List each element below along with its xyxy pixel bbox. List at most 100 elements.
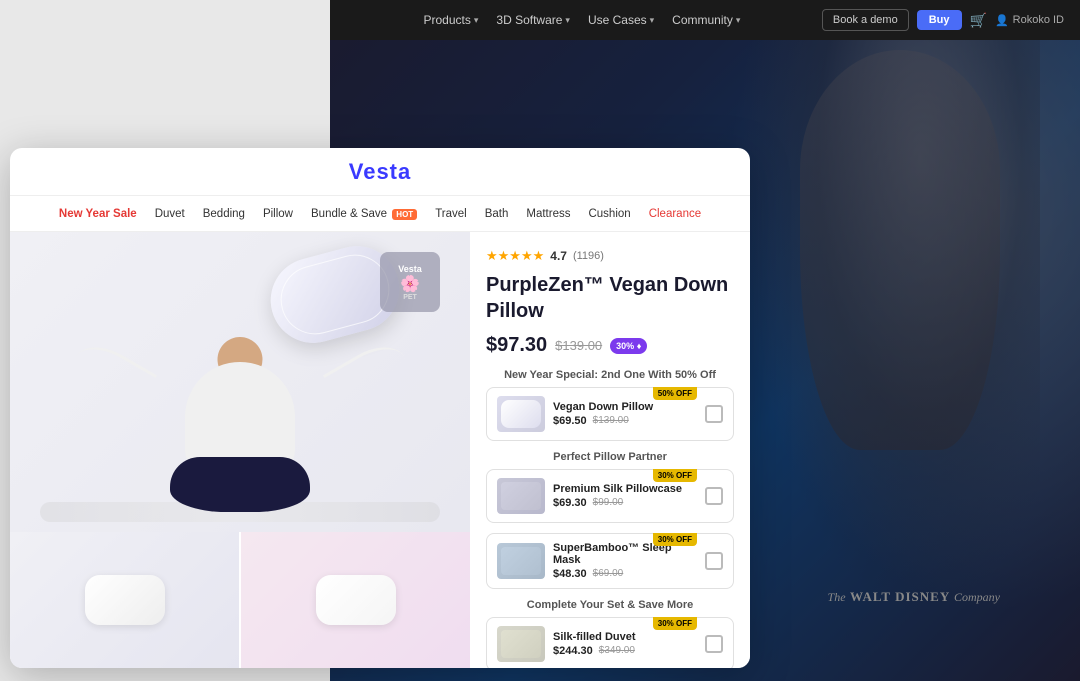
book-demo-button[interactable]: Book a demo — [822, 9, 909, 31]
bundle-section-1-header: New Year Special: 2nd One With 50% Off — [486, 369, 734, 381]
bundle-discount-tag-2: 30% OFF — [653, 469, 697, 482]
hot-badge: HOT — [392, 209, 417, 220]
bundle-item-1-name: Vegan Down Pillow — [553, 401, 697, 413]
rating-score: 4.7 — [550, 249, 567, 263]
bundle-section-4-header: Complete Your Set & Save More — [486, 599, 734, 611]
thumbnail-2[interactable] — [241, 532, 470, 668]
bundle-item-2-info: Premium Silk Pillowcase $69.30 $99.00 — [553, 483, 697, 509]
thumbnail-row — [10, 532, 470, 668]
pillow-detail — [273, 247, 397, 342]
thumb-img-4 — [501, 630, 541, 658]
bundle-item-4-price: $244.30 — [553, 645, 593, 657]
bundle-thumb-1 — [497, 396, 545, 432]
bundle-thumb-3 — [497, 543, 545, 579]
bundle-item-silk-duvet: Silk-filled Duvet $244.30 $349.00 30% OF… — [486, 617, 734, 668]
vesta-header: Vesta — [10, 148, 750, 196]
vesta-nav: New Year Sale Duvet Bedding Pillow Bundl… — [10, 196, 750, 232]
bundle-item-1-orig: $139.00 — [593, 415, 629, 427]
bundle-item-4-orig: $349.00 — [599, 645, 635, 657]
rating-stars: ★★★★★ — [486, 248, 544, 264]
dark-navbar: Products ▾ 3D Software ▾ Use Cases ▾ Com… — [330, 0, 1080, 40]
bundle-discount-tag-4: 30% OFF — [653, 617, 697, 630]
dark-nav-usecases-label: Use Cases — [588, 13, 647, 27]
dark-nav-3dsoftware-label: 3D Software — [496, 13, 562, 27]
vesta-logo: Vesta — [349, 159, 412, 185]
bundle-item-2-prices: $69.30 $99.00 — [553, 497, 697, 509]
thumb-img-3 — [501, 547, 541, 575]
thumb-img-2 — [501, 482, 541, 510]
vesta-nav-bath[interactable]: Bath — [485, 208, 509, 220]
disney-logo-text: The WALT DISNEY Company — [828, 588, 1000, 606]
bundle-checkbox-3[interactable] — [705, 552, 723, 570]
bundle-thumb-4 — [497, 626, 545, 662]
dark-navbar-actions: Book a demo Buy 🛒 👤 Rokoko ID — [822, 9, 1064, 31]
bundle-section-1: New Year Special: 2nd One With 50% Off V… — [486, 369, 734, 441]
bundle-item-3-prices: $48.30 $69.00 — [553, 568, 697, 580]
vesta-nav-bundle[interactable]: Bundle & Save HOT — [311, 208, 417, 220]
bundle-section-2: Perfect Pillow Partner Premium Silk Pill… — [486, 451, 734, 523]
discount-badge: 30% ♦ — [610, 338, 647, 354]
bundle-item-sleep-mask: SuperBamboo™ Sleep Mask $48.30 $69.00 30… — [486, 533, 734, 589]
bundle-item-1-info: Vegan Down Pillow $69.50 $139.00 — [553, 401, 697, 427]
bundle-discount-tag-1: 50% OFF — [653, 387, 697, 400]
chevron-down-icon: ▾ — [474, 15, 479, 26]
person-shirt — [185, 362, 295, 472]
bundle-item-4-name: Silk-filled Duvet — [553, 631, 697, 643]
dark-nav-usecases[interactable]: Use Cases ▾ — [580, 9, 662, 31]
thumb-pillow-2 — [316, 575, 396, 625]
user-label: Rokoko ID — [1013, 14, 1064, 26]
dark-nav-community[interactable]: Community ▾ — [664, 9, 748, 31]
user-menu[interactable]: 👤 Rokoko ID — [995, 14, 1064, 27]
bundle-checkbox-2[interactable] — [705, 487, 723, 505]
person-arm-left — [63, 335, 157, 418]
vesta-nav-bedding[interactable]: Bedding — [203, 208, 245, 220]
product-images: Vesta 🌸 PET — [10, 232, 470, 668]
bundle-item-4-prices: $244.30 $349.00 — [553, 645, 697, 657]
bundle-item-vegan-pillow: Vegan Down Pillow $69.50 $139.00 50% OFF — [486, 387, 734, 441]
chevron-down-icon: ▾ — [650, 15, 655, 26]
rating-count: (1196) — [573, 250, 604, 262]
bundle-item-1-prices: $69.50 $139.00 — [553, 415, 697, 427]
vesta-nav-pillow[interactable]: Pillow — [263, 208, 293, 220]
vesta-content: Vesta 🌸 PET ★★★★★ — [10, 232, 750, 668]
product-price-row: $97.30 $139.00 30% ♦ — [486, 334, 734, 357]
vesta-product-card: Vesta New Year Sale Duvet Bedding Pillow… — [10, 148, 750, 668]
thumbnail-1[interactable] — [10, 532, 241, 668]
person-legs — [170, 457, 310, 512]
bundle-item-1-price: $69.50 — [553, 415, 587, 427]
bundle-section-3: SuperBamboo™ Sleep Mask $48.30 $69.00 30… — [486, 533, 734, 589]
bundle-checkbox-1[interactable] — [705, 405, 723, 423]
vesta-watermark: Vesta 🌸 PET — [380, 252, 440, 312]
vesta-nav-duvet[interactable]: Duvet — [155, 208, 185, 220]
bundle-discount-tag-3: 30% OFF — [653, 533, 697, 546]
vesta-nav-mattress[interactable]: Mattress — [526, 208, 570, 220]
bundle-item-2-orig: $99.00 — [593, 497, 624, 509]
bundle-section-2-header: Perfect Pillow Partner — [486, 451, 734, 463]
dark-nav-3dsoftware[interactable]: 3D Software ▾ — [488, 9, 578, 31]
cart-icon[interactable]: 🛒 — [970, 12, 987, 29]
vesta-nav-cushion[interactable]: Cushion — [588, 208, 630, 220]
vesta-nav-new-year-sale[interactable]: New Year Sale — [59, 208, 137, 220]
bundle-checkbox-4[interactable] — [705, 635, 723, 653]
bundle-item-2-price: $69.30 — [553, 497, 587, 509]
chevron-down-icon: ▾ — [736, 15, 741, 26]
thumb-img-1 — [501, 400, 541, 428]
person-arm-right — [323, 335, 417, 418]
bundle-item-3-orig: $69.00 — [593, 568, 624, 580]
vesta-nav-clearance[interactable]: Clearance — [649, 208, 701, 220]
dark-nav-community-label: Community — [672, 13, 733, 27]
vesta-nav-travel[interactable]: Travel — [435, 208, 467, 220]
user-icon: 👤 — [995, 14, 1009, 27]
bundle-item-4-info: Silk-filled Duvet $244.30 $349.00 — [553, 631, 697, 657]
dark-nav-products-label: Products — [424, 13, 471, 27]
bundle-item-silk-pillowcase: Premium Silk Pillowcase $69.30 $99.00 30… — [486, 469, 734, 523]
bundle-item-3-price: $48.30 — [553, 568, 587, 580]
product-rating: ★★★★★ 4.7 (1196) — [486, 248, 734, 264]
dark-nav-products[interactable]: Products ▾ — [416, 9, 487, 31]
product-title: PurpleZen™ Vegan Down Pillow — [486, 272, 734, 324]
bundle-item-2-name: Premium Silk Pillowcase — [553, 483, 697, 495]
person-area — [10, 332, 470, 532]
buy-button[interactable]: Buy — [917, 10, 962, 30]
person-dark-silhouette — [800, 50, 1000, 450]
bundle-section-4: Complete Your Set & Save More Silk-fille… — [486, 599, 734, 668]
